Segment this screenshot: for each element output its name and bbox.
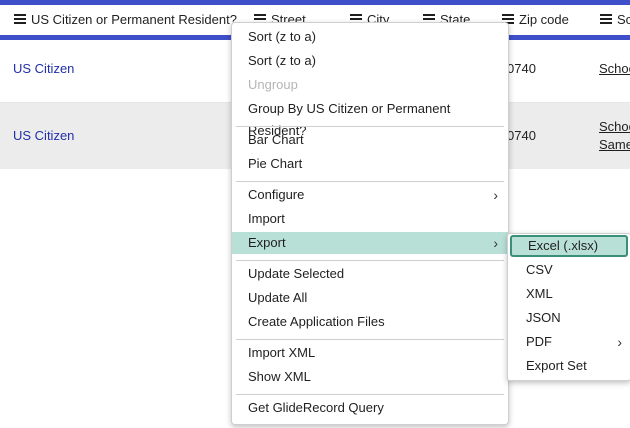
menu-item-import[interactable]: Import [232, 208, 508, 230]
column-menu-icon[interactable] [14, 14, 26, 24]
menu-item-label: Configure [248, 187, 305, 202]
citizen-cell[interactable]: US Citizen [13, 61, 74, 76]
menu-item-label: PDF [526, 334, 552, 349]
menu-item-ungroup: Ungroup [248, 77, 298, 92]
export-item-xml[interactable]: XML [508, 283, 630, 305]
school-cell[interactable]: Schoo [599, 61, 630, 76]
column-header-label: Zip code [519, 11, 569, 27]
menu-item-configure[interactable]: Configure › [232, 184, 508, 206]
column-context-menu: Sort (z to a) Sort (z to a) Ungroup Grou… [231, 22, 509, 425]
menu-item-create-application-files[interactable]: Create Application Files [232, 311, 508, 333]
zip-cell: 0740 [507, 61, 536, 76]
menu-item-update-all[interactable]: Update All [232, 287, 508, 309]
menu-item-pie-chart[interactable]: Pie Chart [232, 153, 508, 175]
menu-divider [236, 181, 504, 182]
menu-item-group-by[interactable]: Group By US Citizen or Permanent Residen… [232, 98, 508, 138]
export-item-pdf[interactable]: PDF › [508, 331, 630, 353]
school-cell[interactable]: Schoo [599, 119, 630, 134]
menu-divider [236, 339, 504, 340]
menu-item-update-selected[interactable]: Update Selected [232, 263, 508, 285]
export-item-export-set[interactable]: Export Set [508, 355, 630, 377]
column-header-label: Sc [617, 11, 630, 27]
chevron-right-icon: › [617, 334, 622, 350]
column-header-school[interactable]: Sc [600, 5, 630, 33]
menu-item-get-gliderecord-query[interactable]: Get GlideRecord Query [232, 397, 508, 419]
chevron-right-icon: › [493, 235, 498, 251]
menu-divider [236, 126, 504, 127]
chevron-right-icon: › [493, 187, 498, 203]
citizen-cell[interactable]: US Citizen [13, 128, 74, 143]
school-cell-line2[interactable]: Same [599, 137, 630, 152]
export-item-json[interactable]: JSON [508, 307, 630, 329]
menu-item-import-xml[interactable]: Import XML [232, 342, 508, 364]
export-item-csv[interactable]: CSV [508, 259, 630, 281]
menu-item-label: Export [248, 235, 286, 250]
menu-item-bar-chart[interactable]: Bar Chart [232, 129, 508, 151]
export-item-excel[interactable]: Excel (.xlsx) [510, 235, 628, 257]
column-header-citizen[interactable]: US Citizen or Permanent Resident? [14, 5, 237, 33]
column-menu-icon[interactable] [600, 14, 612, 24]
menu-divider [236, 394, 504, 395]
menu-item-sort-z-a-partial[interactable]: Sort (z to a) [232, 26, 508, 48]
menu-divider [236, 260, 504, 261]
column-header-label: US Citizen or Permanent Resident? [31, 11, 237, 27]
menu-item-sort-z-a[interactable]: Sort (z to a) [232, 50, 508, 72]
menu-item-show-xml[interactable]: Show XML [232, 366, 508, 388]
column-header-zip[interactable]: Zip code [502, 5, 569, 33]
export-submenu: Excel (.xlsx) CSV XML JSON PDF › Export … [507, 233, 630, 381]
zip-cell: 0740 [507, 128, 536, 143]
menu-item-export[interactable]: Export › [232, 232, 508, 254]
